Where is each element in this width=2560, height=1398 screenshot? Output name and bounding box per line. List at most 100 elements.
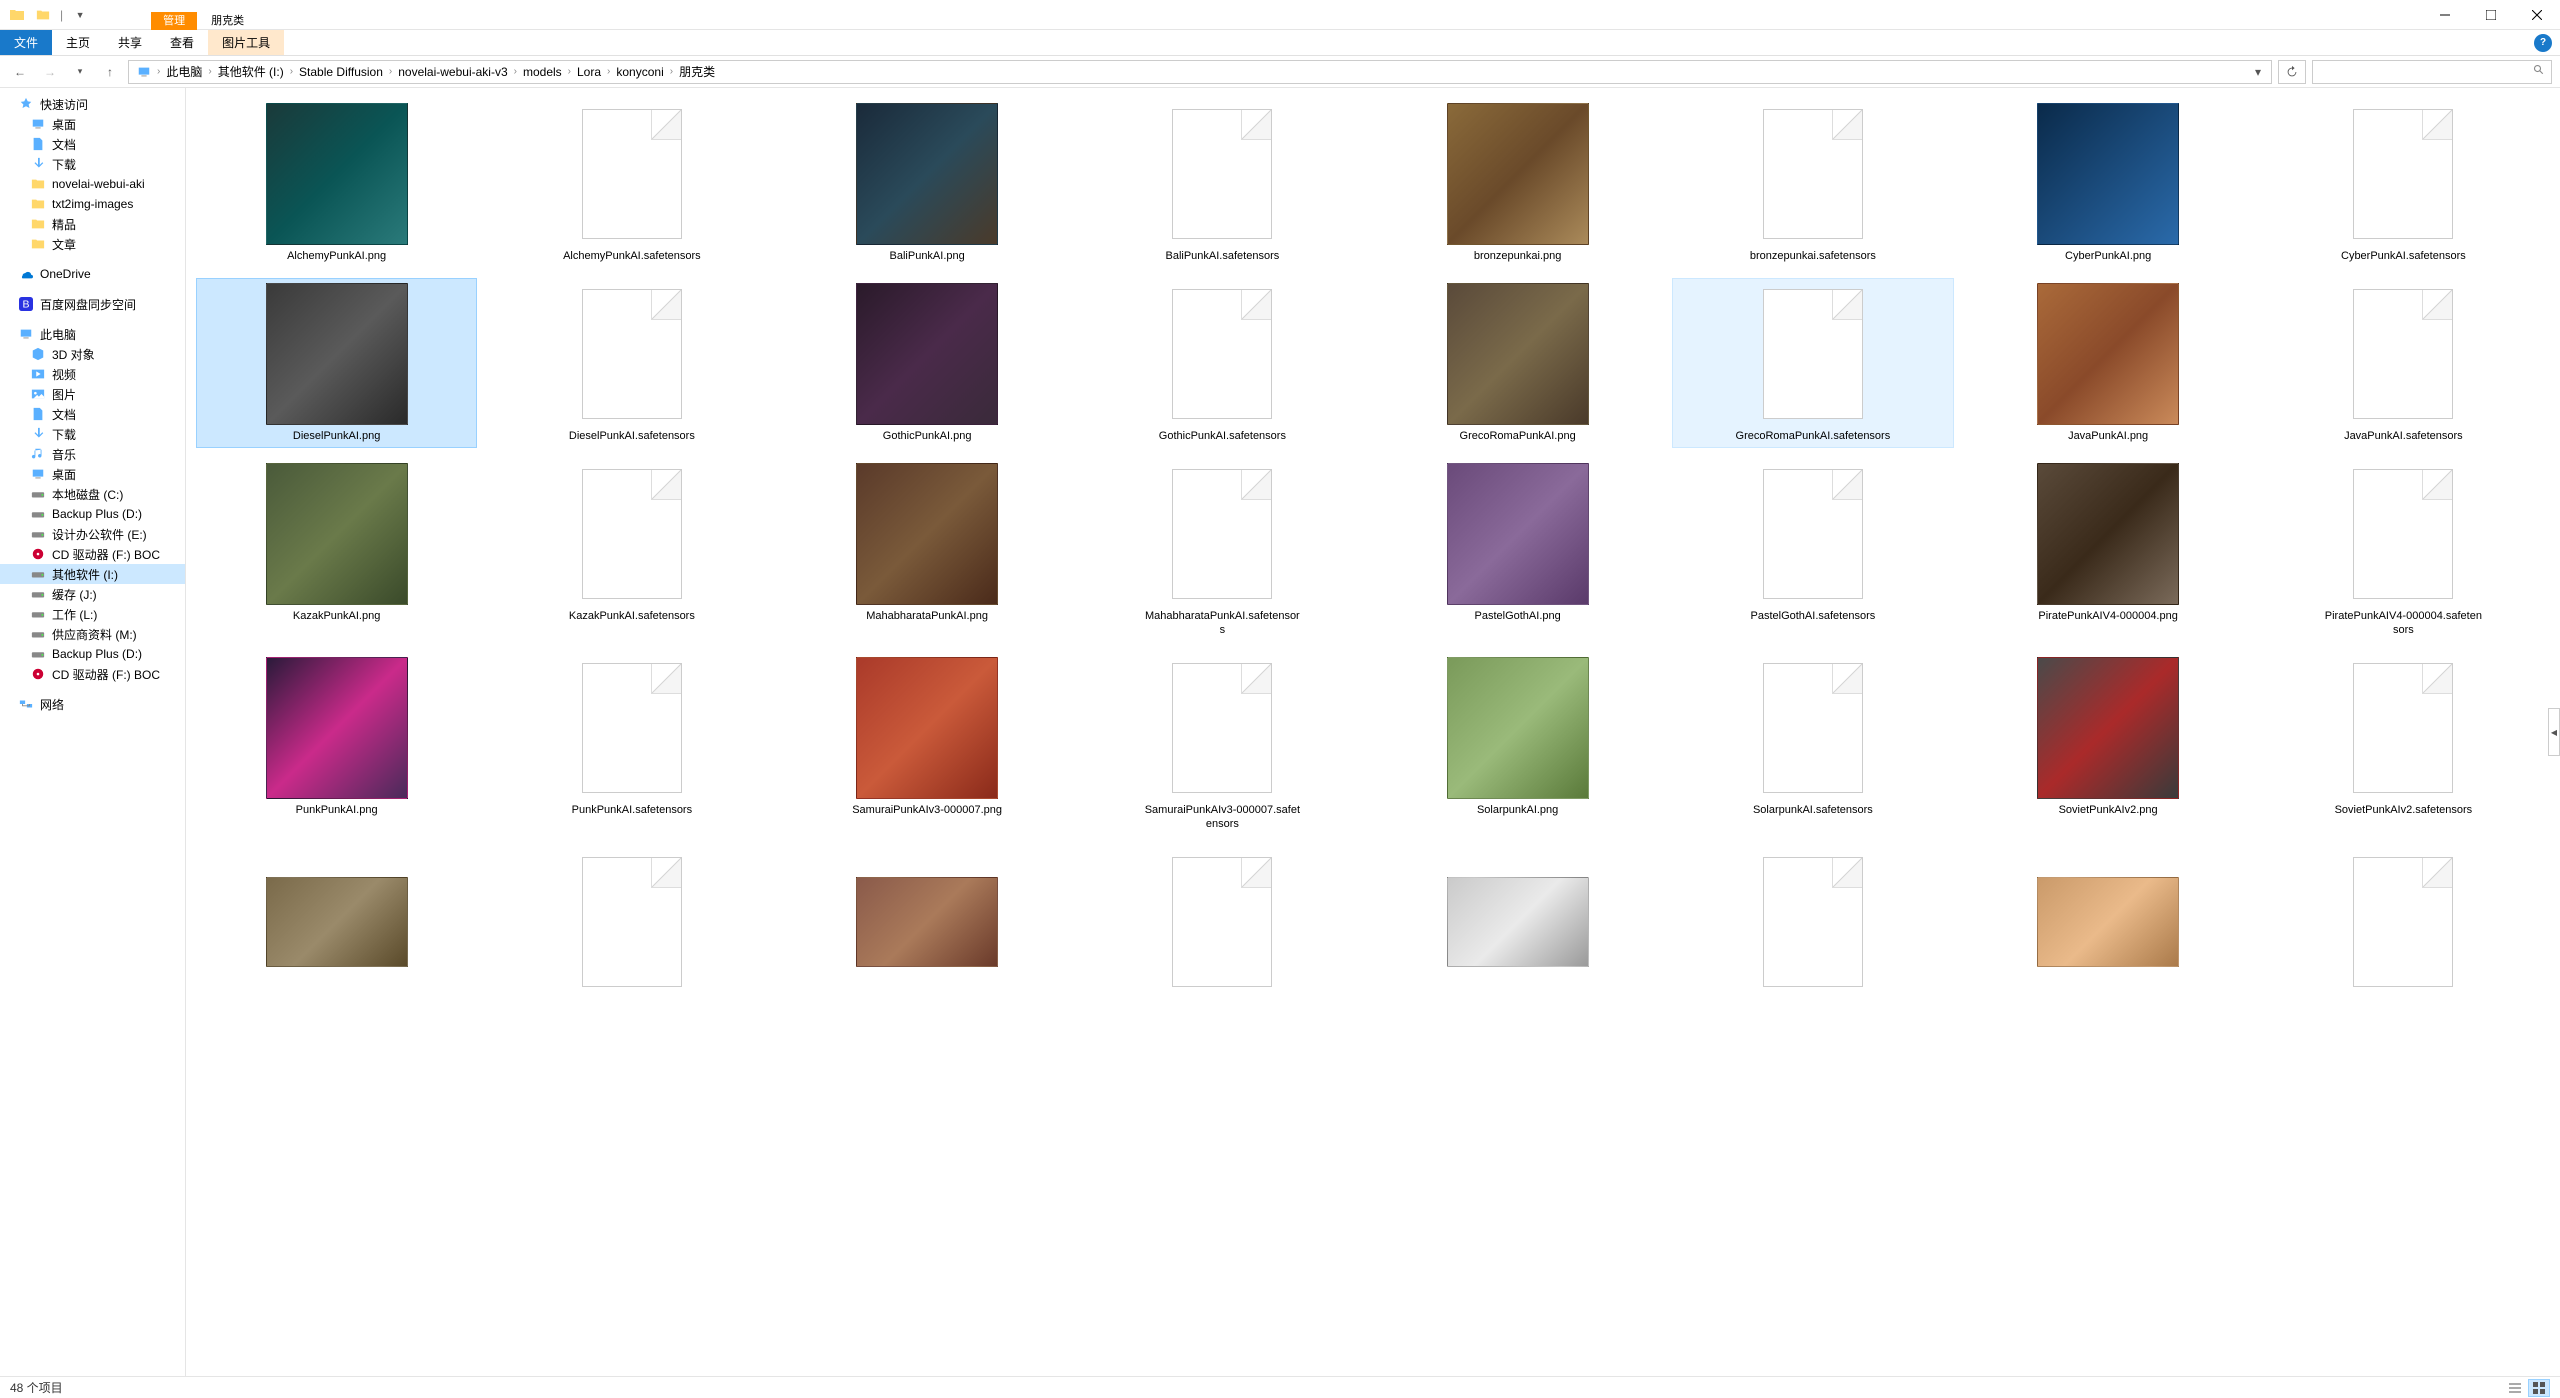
breadcrumb-item[interactable]: konyconi xyxy=(612,63,667,81)
tree-item[interactable]: 此电脑 xyxy=(0,324,185,344)
file-item[interactable]: MahabharataPunkAI.png xyxy=(787,458,1068,642)
breadcrumb-item[interactable]: novelai-webui-aki-v3 xyxy=(394,63,511,81)
file-item[interactable] xyxy=(787,846,1068,1002)
preview-pane-toggle[interactable]: ◀ xyxy=(2548,708,2560,756)
file-item[interactable]: AlchemyPunkAI.png xyxy=(196,98,477,268)
breadcrumb-pc-icon[interactable] xyxy=(133,63,155,81)
file-item[interactable]: JavaPunkAI.safetensors xyxy=(2263,278,2544,448)
file-list[interactable]: AlchemyPunkAI.pngAlchemyPunkAI.safetenso… xyxy=(186,88,2560,1376)
qat-dropdown[interactable]: ▼ xyxy=(69,4,91,26)
tree-item[interactable]: 快速访问 xyxy=(0,94,185,114)
breadcrumb[interactable]: ›此电脑›其他软件 (I:)›Stable Diffusion›novelai-… xyxy=(128,60,2272,84)
details-view-button[interactable] xyxy=(2504,1379,2526,1397)
ribbon-tab-home[interactable]: 主页 xyxy=(52,30,104,55)
tree-item[interactable]: CD 驱动器 (F:) BOC xyxy=(0,544,185,564)
breadcrumb-separator[interactable]: › xyxy=(290,66,293,77)
tree-item[interactable]: 3D 对象 xyxy=(0,344,185,364)
ribbon-tab-file[interactable]: 文件 xyxy=(0,30,52,55)
search-input[interactable] xyxy=(2312,60,2552,84)
maximize-button[interactable] xyxy=(2468,0,2514,30)
tree-item[interactable]: 网络 xyxy=(0,694,185,714)
tree-item[interactable]: CD 驱动器 (F:) BOC xyxy=(0,664,185,684)
tree-item[interactable]: OneDrive xyxy=(0,264,185,284)
breadcrumb-item[interactable]: 朋克类 xyxy=(675,61,719,82)
context-tab-manage[interactable]: 管理 xyxy=(151,12,197,30)
file-item[interactable]: DieselPunkAI.safetensors xyxy=(491,278,772,448)
breadcrumb-item[interactable]: Lora xyxy=(573,63,605,81)
breadcrumb-separator[interactable]: › xyxy=(208,66,211,77)
back-button[interactable]: ← xyxy=(8,60,32,84)
file-item[interactable]: GothicPunkAI.safetensors xyxy=(1082,278,1363,448)
file-item[interactable] xyxy=(196,846,477,1002)
tree-item[interactable]: 视频 xyxy=(0,364,185,384)
file-item[interactable]: CyberPunkAI.safetensors xyxy=(2263,98,2544,268)
qat-item[interactable] xyxy=(32,4,54,26)
file-item[interactable]: SamuraiPunkAIv3-000007.png xyxy=(787,652,1068,836)
tree-item[interactable]: 下载 xyxy=(0,154,185,174)
file-item[interactable]: SovietPunkAIv2.png xyxy=(1968,652,2249,836)
refresh-button[interactable] xyxy=(2278,60,2306,84)
tree-item[interactable]: 文档 xyxy=(0,134,185,154)
tree-item[interactable]: Backup Plus (D:) xyxy=(0,644,185,664)
file-item[interactable]: GrecoRomaPunkAI.safetensors xyxy=(1672,278,1953,448)
tree-item[interactable]: 文章 xyxy=(0,234,185,254)
tree-item[interactable]: Backup Plus (D:) xyxy=(0,504,185,524)
tree-item[interactable]: 设计办公软件 (E:) xyxy=(0,524,185,544)
file-item[interactable]: bronzepunkai.safetensors xyxy=(1672,98,1953,268)
navigation-pane[interactable]: 快速访问桌面文档下载novelai-webui-akitxt2img-image… xyxy=(0,88,186,1376)
tree-item[interactable]: 桌面 xyxy=(0,114,185,134)
file-item[interactable]: GothicPunkAI.png xyxy=(787,278,1068,448)
file-item[interactable] xyxy=(1672,846,1953,1002)
tree-item[interactable]: 下载 xyxy=(0,424,185,444)
file-item[interactable]: SolarpunkAI.safetensors xyxy=(1672,652,1953,836)
close-button[interactable] xyxy=(2514,0,2560,30)
breadcrumb-separator[interactable]: › xyxy=(514,66,517,77)
file-item[interactable]: GrecoRomaPunkAI.png xyxy=(1377,278,1658,448)
tree-item[interactable]: 本地磁盘 (C:) xyxy=(0,484,185,504)
file-item[interactable]: AlchemyPunkAI.safetensors xyxy=(491,98,772,268)
breadcrumb-separator[interactable]: › xyxy=(607,66,610,77)
file-item[interactable]: SovietPunkAIv2.safetensors xyxy=(2263,652,2544,836)
file-item[interactable] xyxy=(1082,846,1363,1002)
tree-item[interactable]: 精品 xyxy=(0,214,185,234)
tree-item[interactable]: 缓存 (J:) xyxy=(0,584,185,604)
minimize-button[interactable] xyxy=(2422,0,2468,30)
forward-button[interactable]: → xyxy=(38,60,62,84)
file-item[interactable] xyxy=(491,846,772,1002)
file-item[interactable] xyxy=(1968,846,2249,1002)
breadcrumb-dropdown[interactable]: ▾ xyxy=(2249,65,2267,79)
tree-item[interactable]: novelai-webui-aki xyxy=(0,174,185,194)
breadcrumb-item[interactable]: Stable Diffusion xyxy=(295,63,387,81)
tree-item[interactable]: 音乐 xyxy=(0,444,185,464)
file-item[interactable]: KazakPunkAI.safetensors xyxy=(491,458,772,642)
file-item[interactable] xyxy=(1377,846,1658,1002)
breadcrumb-separator[interactable]: › xyxy=(670,66,673,77)
file-item[interactable]: JavaPunkAI.png xyxy=(1968,278,2249,448)
tree-item[interactable]: 工作 (L:) xyxy=(0,604,185,624)
tree-item[interactable]: B百度网盘同步空间 xyxy=(0,294,185,314)
file-item[interactable]: PiratePunkAIV4-000004.safetensors xyxy=(2263,458,2544,642)
up-button[interactable]: ↑ xyxy=(98,60,122,84)
tree-item[interactable]: txt2img-images xyxy=(0,194,185,214)
file-item[interactable]: bronzepunkai.png xyxy=(1377,98,1658,268)
file-item[interactable]: PastelGothAI.safetensors xyxy=(1672,458,1953,642)
ribbon-tab-share[interactable]: 共享 xyxy=(104,30,156,55)
ribbon-tab-view[interactable]: 查看 xyxy=(156,30,208,55)
breadcrumb-item[interactable]: models xyxy=(519,63,566,81)
breadcrumb-separator[interactable]: › xyxy=(389,66,392,77)
file-item[interactable]: BaliPunkAI.safetensors xyxy=(1082,98,1363,268)
file-item[interactable]: PastelGothAI.png xyxy=(1377,458,1658,642)
tree-item[interactable]: 其他软件 (I:) xyxy=(0,564,185,584)
tree-item[interactable]: 文档 xyxy=(0,404,185,424)
tree-item[interactable]: 图片 xyxy=(0,384,185,404)
file-item[interactable]: CyberPunkAI.png xyxy=(1968,98,2249,268)
breadcrumb-separator[interactable]: › xyxy=(157,66,160,77)
file-item[interactable]: PiratePunkAIV4-000004.png xyxy=(1968,458,2249,642)
file-item[interactable]: MahabharataPunkAI.safetensors xyxy=(1082,458,1363,642)
file-item[interactable] xyxy=(2263,846,2544,1002)
file-item[interactable]: DieselPunkAI.png xyxy=(196,278,477,448)
tree-item[interactable]: 供应商资料 (M:) xyxy=(0,624,185,644)
file-item[interactable]: PunkPunkAI.safetensors xyxy=(491,652,772,836)
recent-dropdown[interactable]: ▾ xyxy=(68,60,92,84)
file-item[interactable]: SamuraiPunkAIv3-000007.safetensors xyxy=(1082,652,1363,836)
